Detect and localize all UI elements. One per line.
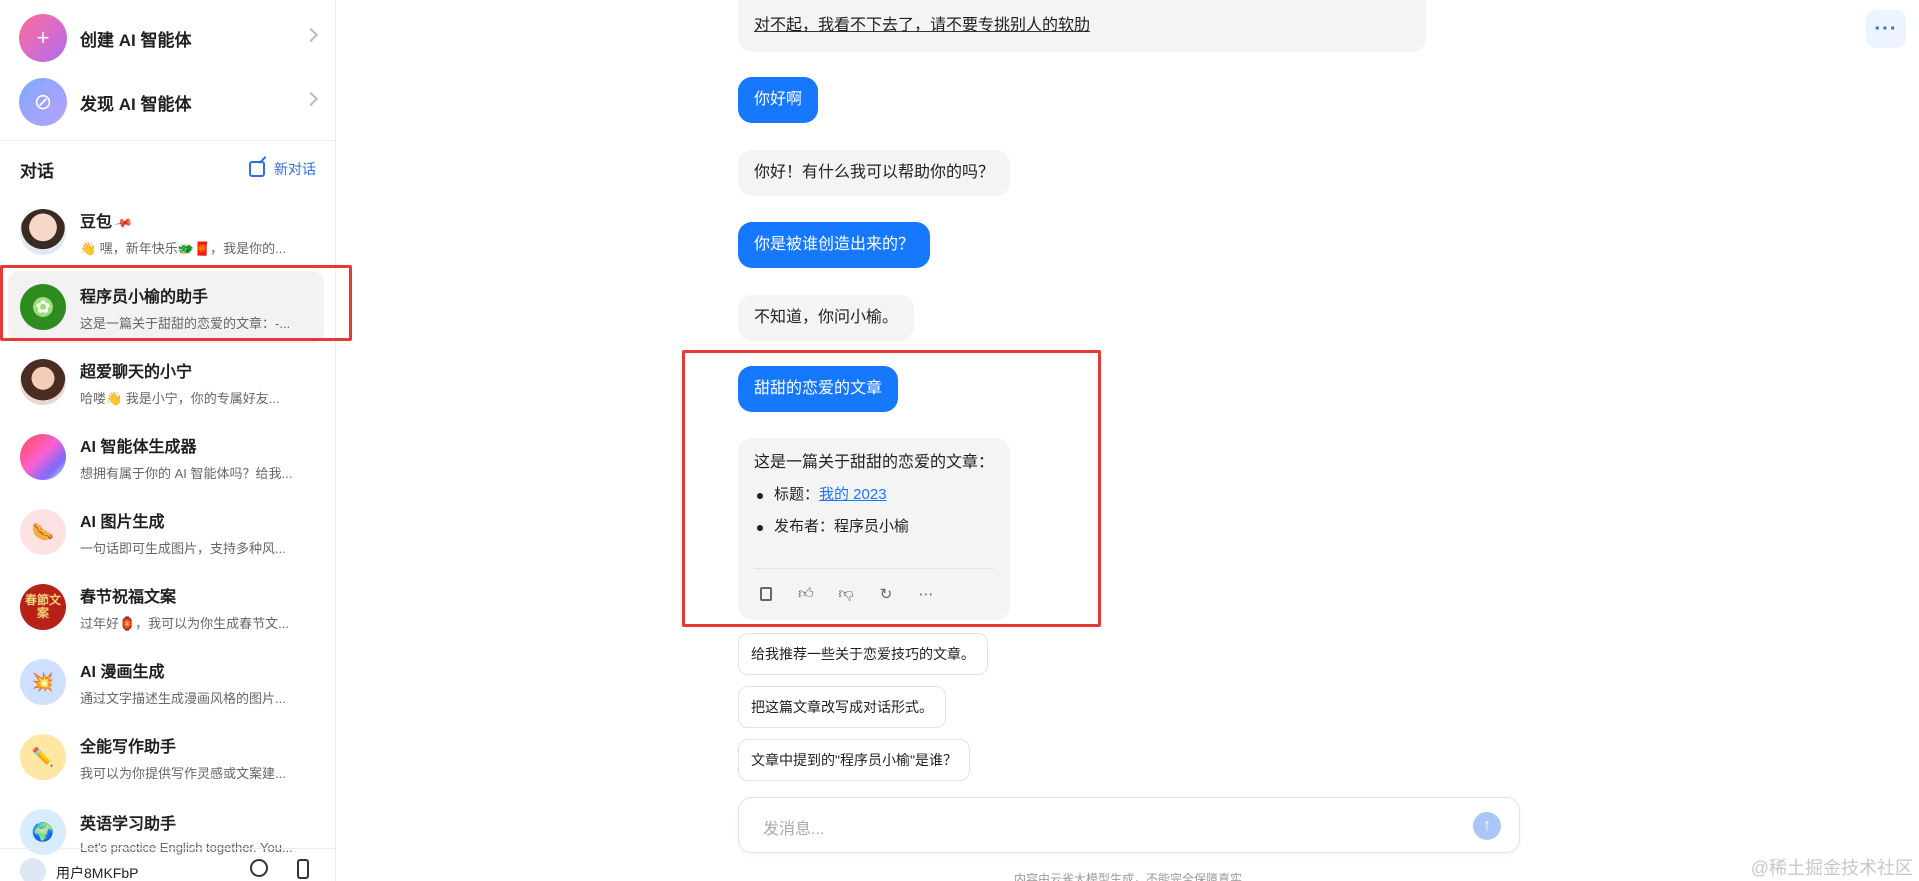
user-avatar[interactable] <box>20 858 46 881</box>
suggestion-text: 给我推荐一些关于恋爱技巧的文章。 <box>751 646 975 662</box>
edit-icon <box>249 161 265 177</box>
conversation-name: AI 图片生成 <box>80 513 165 531</box>
compass-icon: ⊘ <box>19 78 67 126</box>
sidebar-divider <box>0 140 336 141</box>
new-chat-button[interactable]: 新对话 <box>249 159 316 179</box>
suggestion-chip[interactable]: 把这篇文章改写成对话形式。 <box>738 686 946 728</box>
conversation-item-assistant[interactable]: ✿ 程序员小榆的助手 这是一篇关于甜甜的恋爱的文章：-... <box>8 271 324 343</box>
thumbs-up-icon[interactable]: 👍︎ <box>796 584 816 604</box>
copy-icon[interactable] <box>756 584 776 604</box>
message-composer[interactable]: 发消息... ↑ <box>738 797 1520 853</box>
thumbs-down-icon[interactable]: 👎︎ <box>836 584 856 604</box>
conversation-name: 豆包 <box>80 213 113 231</box>
discover-agent-button[interactable]: ⊘ 发现 AI 智能体 <box>0 70 336 134</box>
more-horizontal-icon[interactable]: ⋯ <box>916 584 936 604</box>
conversation-name: 全能写作助手 <box>80 738 177 756</box>
user-name: 用户8MKFbP <box>56 865 139 881</box>
create-agent-label: 创建 AI 智能体 <box>80 30 192 50</box>
disclaimer-text: 内容由云雀大模型生成，不能完全保障真实 <box>1014 872 1243 881</box>
message-text: 不知道，你问小榆。 <box>754 309 899 326</box>
answer-title-item: 标题：我的 2023 <box>754 484 994 506</box>
user-message: 甜甜的恋爱的文章 <box>738 366 899 412</box>
pencil-avatar: ✏️ <box>20 734 66 780</box>
conversation-preview: 通过文字描述生成漫画风格的图片... <box>80 690 286 706</box>
conversation-name: 春节祝福文案 <box>80 588 177 606</box>
user-message: 你好啊 <box>738 77 819 123</box>
conversations-title: 对话 <box>20 161 54 181</box>
message-text: 你是被谁创造出来的？ <box>754 236 915 253</box>
create-agent-button[interactable]: + 创建 AI 智能体 <box>0 6 336 70</box>
bot-message: 你好！有什么我可以帮助你的吗？ <box>738 150 1011 196</box>
conversation-name: 程序员小榆的助手 <box>80 288 209 306</box>
conversation-item-xiaoning[interactable]: 超爱聊天的小宁 哈喽👋 我是小宁，你的专属好友... <box>8 346 324 418</box>
article-link[interactable]: 我的 2023 <box>819 486 887 503</box>
girl-avatar <box>20 359 66 405</box>
conversation-preview: 我可以为你提供写作灵感或文案建... <box>80 765 286 781</box>
conversation-item-comic[interactable]: 💥 AI 漫画生成 通过文字描述生成漫画风格的图片... <box>8 646 324 718</box>
message-input[interactable]: 发消息... <box>763 815 824 839</box>
chevron-right-icon <box>303 27 319 43</box>
doubao-avatar <box>20 209 66 255</box>
answer-author-item: 发布者：程序员小榆 <box>754 516 994 538</box>
plus-icon: + <box>19 14 67 62</box>
bot-answer-card: 这是一篇关于甜甜的恋爱的文章： 标题：我的 2023 发布者：程序员小榆 👍︎ … <box>738 438 1010 620</box>
conversations-header: 对话 新对话 <box>20 156 316 182</box>
bot-message: 不知道，你问小榆。 <box>738 295 915 341</box>
pin-icon: 📌 <box>113 212 134 233</box>
answer-toolbar: 👍︎ 👎︎ ↻ ⋯ <box>756 584 956 604</box>
answer-lead: 这是一篇关于甜甜的恋爱的文章： <box>754 454 995 471</box>
conversation-name: 英语学习助手 <box>80 815 177 833</box>
conversation-name: AI 漫画生成 <box>80 663 165 681</box>
regenerate-icon[interactable]: ↻ <box>876 584 896 604</box>
conversation-item-writing[interactable]: ✏️ 全能写作助手 我可以为你提供写作灵感或文案建... <box>8 721 324 793</box>
suggestion-chip[interactable]: 给我推荐一些关于恋爱技巧的文章。 <box>738 633 988 675</box>
conversation-preview: 哈喽👋 我是小宁，你的专属好友... <box>80 390 280 406</box>
message-text: 你好啊 <box>754 91 803 108</box>
conversation-preview: 想拥有属于你的 AI 智能体吗？给我... <box>80 465 293 481</box>
conversation-preview: 过年好🏮，我可以为你生成春节文... <box>80 615 290 631</box>
answer-list: 标题：我的 2023 发布者：程序员小榆 <box>754 484 994 538</box>
conversation-preview: 这是一篇关于甜甜的恋爱的文章：-... <box>80 315 291 331</box>
conversation-name: AI 智能体生成器 <box>80 438 197 456</box>
chevron-right-icon <box>303 91 319 107</box>
comic-avatar: 💥 <box>20 659 66 705</box>
send-arrow-icon[interactable]: ↑ <box>1473 812 1501 840</box>
conversation-item-agent-generator[interactable]: AI 智能体生成器 想拥有属于你的 AI 智能体吗？给我... <box>8 421 324 493</box>
image-gen-avatar: 🌭 <box>20 509 66 555</box>
gear-icon[interactable] <box>250 859 268 877</box>
more-options-button[interactable]: ··· <box>1866 10 1906 48</box>
phone-icon[interactable] <box>297 859 309 879</box>
conversation-item-image-gen[interactable]: 🌭 AI 图片生成 一句话即可生成图片，支持多种风... <box>8 496 324 568</box>
message-text: 对不起，我看不下去了，请不要专挑别人的软肋 <box>754 17 1091 34</box>
gradient-orb-avatar <box>20 434 66 480</box>
user-message: 你是被谁创造出来的？ <box>738 222 931 268</box>
plant-avatar: ✿ <box>20 284 66 330</box>
message-text: 甜甜的恋爱的文章 <box>754 380 883 397</box>
watermark: @稀土掘金技术社区 <box>1750 858 1913 878</box>
conversation-name: 超爱聊天的小宁 <box>80 363 193 381</box>
bot-message: 对不起，我看不下去了，请不要专挑别人的软肋 <box>738 0 1426 52</box>
conversation-item-doubao[interactable]: 豆包📌 👋 嘿，新年快乐🐲🧧，我是你的... <box>8 196 324 268</box>
suggestion-text: 文章中提到的"程序员小榆"是谁？ <box>751 752 957 768</box>
new-chat-label: 新对话 <box>274 161 316 177</box>
conversation-preview: 👋 嘿，新年快乐🐲🧧，我是你的... <box>80 240 287 256</box>
message-text: 你好！有什么我可以帮助你的吗？ <box>754 164 995 181</box>
discover-agent-label: 发现 AI 智能体 <box>80 94 192 114</box>
sidebar-footer: 用户8MKFbP <box>0 848 336 881</box>
answer-title-label: 标题： <box>774 486 820 503</box>
spring-festival-avatar: 春節文案 <box>20 584 66 630</box>
suggestion-text: 把这篇文章改写成对话形式。 <box>751 699 933 715</box>
suggestion-chip[interactable]: 文章中提到的"程序员小榆"是谁？ <box>738 739 970 781</box>
sidebar: + 创建 AI 智能体 ⊘ 发现 AI 智能体 对话 新对话 豆包📌 👋 嘿，新… <box>0 0 336 881</box>
answer-divider <box>754 568 994 569</box>
conversation-item-spring-festival[interactable]: 春節文案 春节祝福文案 过年好🏮，我可以为你生成春节文... <box>8 571 324 643</box>
conversation-preview: 一句话即可生成图片，支持多种风... <box>80 540 286 556</box>
